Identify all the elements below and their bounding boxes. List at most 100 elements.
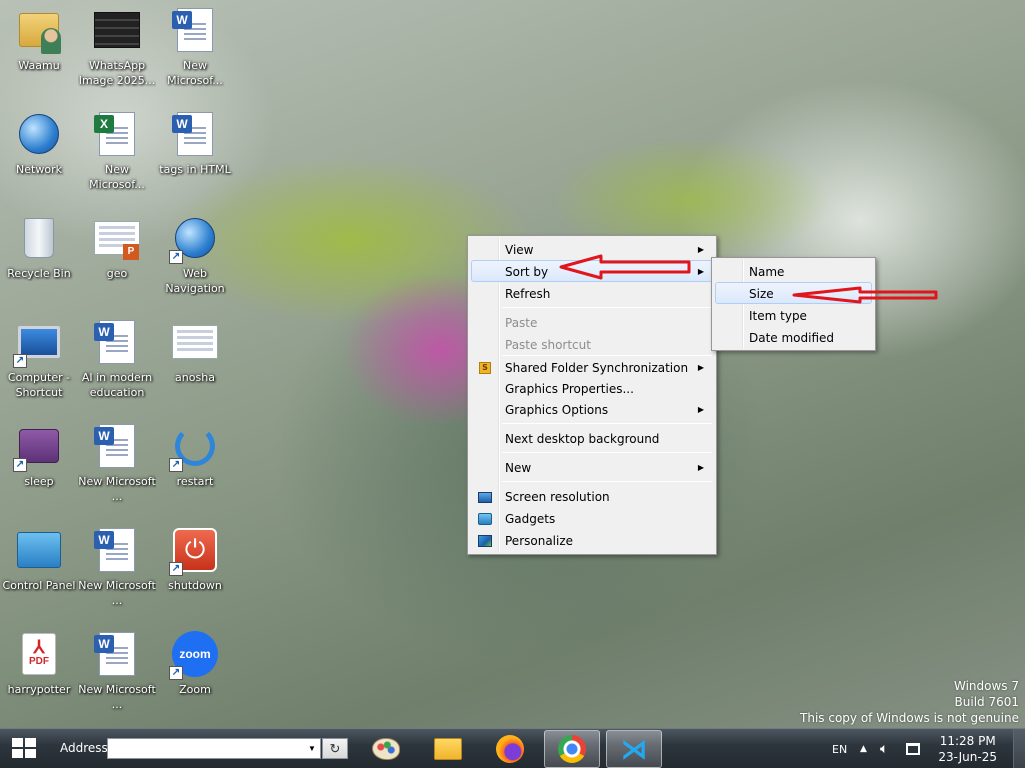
menu-item-refresh[interactable]: Refresh [471,282,713,304]
language-indicator[interactable]: EN [832,729,847,768]
sleep-icon: ↗ [13,422,63,472]
sort-option-name[interactable]: Name [715,260,872,282]
desktop-icon-network[interactable]: Network [0,106,78,202]
address-input[interactable] [108,739,304,758]
menu-item-new[interactable]: New ▶ [471,456,713,478]
network-status-button[interactable] [906,729,920,768]
address-field[interactable]: ▼ [107,738,321,759]
clock-time: 11:28 PM [939,734,996,748]
folder-user-icon [15,6,63,54]
desktop-icon-label: Zoom [179,683,211,696]
sort-option-size[interactable]: Size [715,282,872,304]
shortcut-arrow-icon: ↗ [169,250,183,264]
menu-item-label: Screen resolution [505,490,610,504]
desktop-icon-new-word-1[interactable]: W New Microsof... [156,2,234,98]
image-file-icon [171,318,219,366]
menu-item-view[interactable]: View ▶ [471,238,713,260]
sort-option-item-type[interactable]: Item type [715,304,872,326]
desktop-icon-zoom[interactable]: zoom ↗ Zoom [156,626,234,722]
menu-item-shared-folder-sync[interactable]: S Shared Folder Synchronization ▶ [471,356,713,378]
desktop-icon-new-excel[interactable]: X New Microsof... [78,106,156,202]
menu-separator [502,307,712,308]
submenu-arrow-icon: ▶ [697,245,704,254]
volume-button[interactable]: 🔈︎ [880,729,888,768]
menu-item-paste-shortcut: Paste shortcut [471,333,713,355]
desktop-icon-label: New Microsoft ... [78,579,156,607]
address-go-button[interactable]: ↻ [322,738,348,759]
desktop-icon-label: Control Panel [2,579,76,592]
menu-item-label: Personalize [505,534,574,548]
desktop-icon-whatsapp-image[interactable]: WhatsApp Image 2025... [78,2,156,98]
menu-item-label: View [505,243,534,257]
desktop-icon-computer-shortcut[interactable]: ↗ Computer - Shortcut [0,314,78,410]
word-document-icon: W [93,422,141,470]
menu-item-graphics-properties[interactable]: Graphics Properties... [471,378,713,398]
desktop-icon-shutdown[interactable]: ⏻ ↗ shutdown [156,522,234,618]
windows-logo-icon [12,738,23,747]
submenu-arrow-icon: ▶ [697,405,704,414]
chevron-down-icon[interactable]: ▼ [306,739,318,758]
menu-separator [502,481,712,482]
menu-separator [502,452,712,453]
menu-item-next-background[interactable]: Next desktop background [471,427,713,449]
desktop-icon-waamu[interactable]: Waamu [0,2,78,98]
menu-item-personalize[interactable]: Personalize [471,529,713,551]
desktop-icon-label: Computer - Shortcut [7,371,71,399]
word-document-icon: W [93,526,141,574]
taskbar-app-explorer[interactable] [420,730,476,768]
shortcut-arrow-icon: ↗ [13,354,27,368]
firefox-icon [496,735,524,763]
desktop-icon-control-panel[interactable]: Control Panel [0,522,78,618]
desktop-icon-sleep[interactable]: ↗ sleep [0,418,78,514]
menu-item-label: Name [749,265,785,279]
desktop-icon-restart[interactable]: ↗ restart [156,418,234,514]
control-panel-icon [15,526,63,574]
menu-item-gadgets[interactable]: Gadgets [471,507,713,529]
menu-item-sort-by[interactable]: Sort by ▶ [471,260,713,282]
desktop-icon-web-navigation[interactable]: ↗ Web Navigation [156,210,234,306]
recycle-bin-icon [15,214,63,262]
desktop-context-menu: View ▶ Sort by ▶ Refresh Paste Paste sho… [467,235,717,555]
file-explorer-icon [434,738,462,760]
desktop-icon-new-word-3[interactable]: W New Microsoft ... [78,522,156,618]
desktop-icon-new-word-4[interactable]: W New Microsoft ... [78,626,156,722]
start-button[interactable] [12,738,38,760]
shortcut-arrow-icon: ↗ [13,458,27,472]
desktop-icon-recycle-bin[interactable]: Recycle Bin [0,210,78,306]
taskbar-app-chrome[interactable] [544,730,600,768]
shortcut-arrow-icon: ↗ [169,666,183,680]
desktop-icon-geo[interactable]: P geo [78,210,156,306]
menu-item-label: Paste shortcut [505,338,591,352]
desktop-icon-harrypotter[interactable]: PDF harrypotter [0,626,78,722]
image-file-icon [93,6,141,54]
vscode-icon: ⋊ [621,734,647,764]
desktop-icon-tags-html[interactable]: W tags in HTML [156,106,234,202]
sort-option-date-modified[interactable]: Date modified [715,326,872,348]
menu-item-label: Graphics Properties... [505,382,634,396]
desktop-icon-label: New Microsof... [167,59,223,87]
desktop-icon-label: anosha [175,371,215,384]
taskbar-app-paint[interactable] [358,730,414,768]
menu-item-screen-resolution[interactable]: Screen resolution [471,485,713,507]
desktop-icon-label: shutdown [168,579,222,592]
menu-item-graphics-options[interactable]: Graphics Options ▶ [471,398,713,420]
menu-item-label: Sort by [505,265,549,279]
show-desktop-button[interactable] [1013,729,1025,768]
sync-folder-icon: S [477,360,493,376]
show-hidden-icons-button[interactable]: ▲ [860,729,867,768]
word-document-icon: W [93,318,141,366]
gadgets-icon [477,511,493,527]
taskbar-clock[interactable]: 11:28 PM 23-Jun-25 [938,733,997,765]
desktop-icon-label: New Microsoft ... [78,475,156,503]
desktop-icon-new-word-2[interactable]: W New Microsoft ... [78,418,156,514]
desktop-icon-ai-education[interactable]: W AI in modern education [78,314,156,410]
sort-by-submenu: Name Size Item type Date modified [711,257,876,351]
windows-logo-icon [25,749,36,758]
desktop-icon-label: Network [16,163,62,176]
desktop-icon-anosha[interactable]: anosha [156,314,234,410]
watermark-build: Build 7601 [954,695,1019,709]
taskbar-app-firefox[interactable] [482,730,538,768]
taskbar: Address ▼ ↻ ⋊ EN ▲ 🔈︎ 11:28 PM 23-Jun-25 [0,728,1025,768]
taskbar-app-vscode[interactable]: ⋊ [606,730,662,768]
desktop-icon-label: sleep [24,475,54,488]
